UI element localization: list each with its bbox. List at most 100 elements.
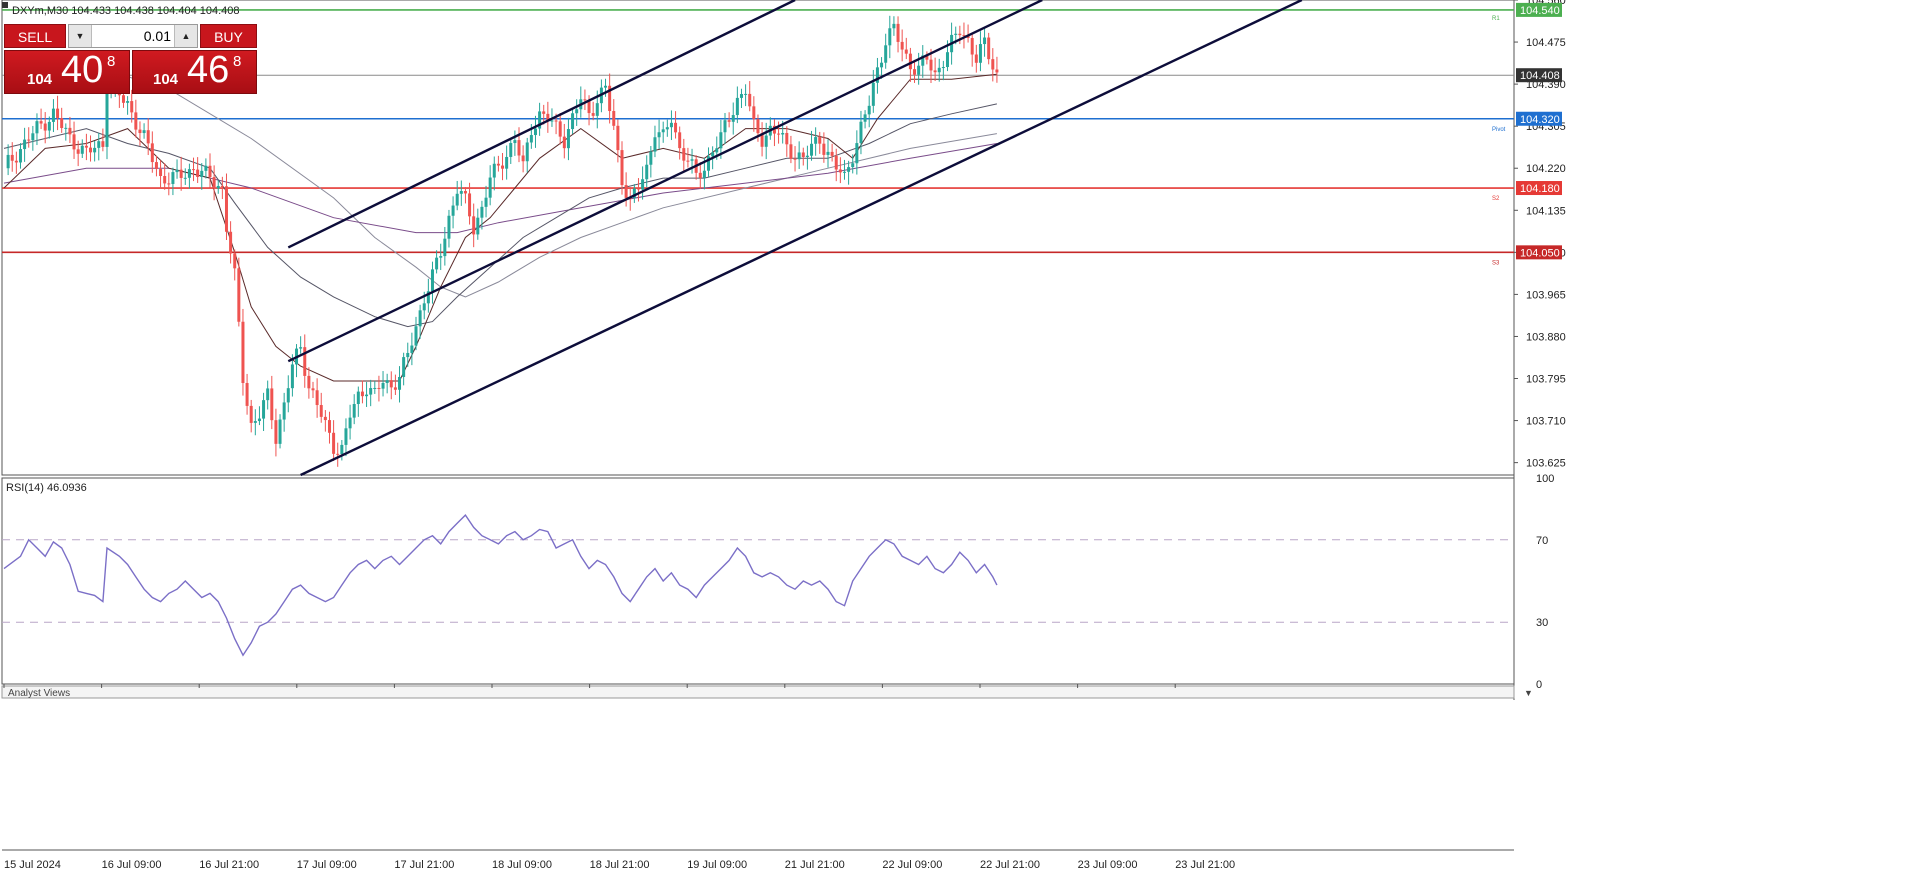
candle-body [859,121,863,144]
candle-body [698,172,702,178]
candle-body [793,158,797,160]
candle-body [739,94,743,98]
candle-body [212,177,216,189]
lot-size-input[interactable] [91,25,175,47]
candle-body [987,37,991,60]
candle-body [138,129,142,134]
candle-body [904,49,908,54]
candle-body [863,114,867,122]
candle-body [163,176,167,184]
header-marker [2,2,8,8]
candle-body [505,156,509,169]
sell-price-quote[interactable]: 104 40 8 [4,49,130,94]
candle-body [513,140,517,144]
candle-body [521,155,525,162]
candle-body [14,160,18,163]
candle-body [468,193,472,217]
candle-body [315,390,319,406]
candle [241,308,245,396]
candle-body [154,162,158,170]
candle-body [68,127,72,135]
candle-body [43,123,47,131]
x-tick-label: 21 Jul 21:00 [785,859,845,871]
candle-body [389,380,393,388]
candle-body [937,67,941,73]
candle-body [785,132,789,145]
candle-body [80,145,84,154]
candle-body [533,128,537,136]
candle-body [245,383,249,406]
candle-body [884,45,888,63]
level-name-label: R1 [1492,16,1500,22]
candle-body [719,132,723,149]
candle-body [187,169,191,178]
buy-price-fraction: 8 [233,53,242,70]
chevron-up-icon[interactable]: ▲ [174,25,197,47]
candle-body [744,93,748,95]
candle-body [229,231,233,254]
candle-body [550,120,554,122]
candle-body [171,172,175,184]
candle-body [554,120,558,122]
x-tick-label: 17 Jul 09:00 [297,859,357,871]
candle-body [682,148,686,161]
lot-size-stepper[interactable]: ▼ ▲ [68,24,198,48]
buy-price-big-figure: 104 [153,71,179,88]
candle-body [385,380,389,383]
sell-price-big-figure: 104 [27,71,53,88]
analyst-views-label: Analyst Views [8,688,70,699]
sell-price-pips: 40 [61,49,104,91]
candle-body [814,137,818,144]
y-tick-label: 103.965 [1526,289,1566,301]
rsi-axis-label: 70 [1536,535,1548,547]
candle-body [645,164,649,180]
x-tick-label: 18 Jul 21:00 [590,859,650,871]
candle-body [892,23,896,29]
candle-body [690,159,694,161]
x-tick-label: 23 Jul 21:00 [1175,859,1235,871]
sell-button[interactable]: SELL [4,24,66,48]
candle-body [735,97,739,116]
candle-body [822,143,826,155]
candle-body [101,141,105,147]
candle-body [970,38,974,55]
candle-body [591,113,595,116]
candle-body [142,130,146,134]
price-chart[interactable]: Analyst Views104.560104.475104.390104.30… [0,0,1916,874]
candle-body [179,169,183,178]
candle-body [311,388,315,391]
candle-body [702,170,706,178]
candle-body [983,37,987,45]
current-price-label: 104.408 [1520,70,1560,82]
candle-body [715,148,719,153]
candle-body [777,133,781,135]
candle-body [871,82,875,106]
chevron-down-icon[interactable]: ▼ [69,25,92,47]
one-click-trading-panel: SELL ▼ ▲ BUY 104 40 8 104 46 8 [4,24,257,96]
candle-body [121,95,125,103]
candle-body [249,405,253,423]
candle-body [340,444,344,454]
candle-body [35,121,39,134]
candle-body [51,108,55,122]
candle-body [665,127,669,130]
candle-body [945,52,949,68]
candle-body [830,151,834,156]
candle-body [381,382,385,389]
candle-body [377,387,381,389]
candle-body [472,216,476,235]
candle-body [18,149,22,163]
buy-price-quote[interactable]: 104 46 8 [132,49,257,94]
candle-body [529,135,533,143]
buy-button[interactable]: BUY [200,24,257,48]
candle-body [496,163,500,166]
candle-body [435,257,439,270]
candle-body [134,112,138,130]
candle-body [175,169,179,173]
candle-body [867,105,871,115]
candle-body [192,169,196,171]
candle-body [344,428,348,445]
candle-body [674,122,678,133]
candle-body [369,388,373,395]
candle-body [130,101,134,113]
